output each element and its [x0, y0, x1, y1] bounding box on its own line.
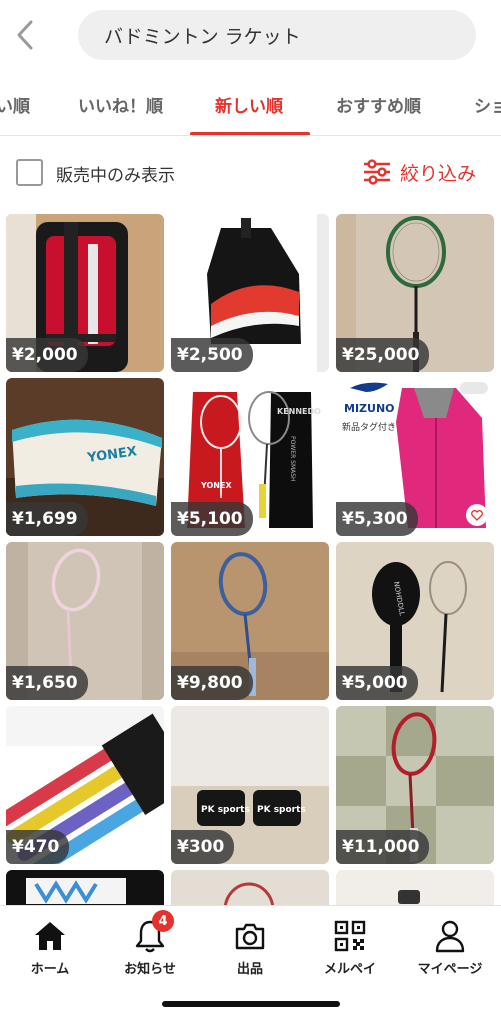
price-tag: ¥470 [6, 830, 70, 864]
nav-sell-label: 出品 [236, 962, 263, 977]
price-tag: ¥25,000 [336, 338, 430, 372]
product-tile[interactable]: YONEX ¥1,699 [6, 378, 164, 536]
product-tile[interactable]: ¥25,000 [336, 214, 494, 372]
nav-merpay[interactable]: メルペイ [300, 916, 400, 980]
filter-bar: 販売中のみ表示 絞り込み [0, 137, 501, 207]
nav-notifications-label: お知らせ [124, 962, 176, 977]
product-tile[interactable]: ¥11,000 [336, 706, 494, 864]
chevron-left-icon [17, 20, 33, 50]
refine-label: 絞り込み [400, 162, 477, 185]
price-tag: ¥1,699 [6, 502, 88, 536]
nav-sell[interactable]: 出品 [200, 916, 300, 980]
bell-icon-wrap: 4 [130, 910, 174, 956]
price-tag: ¥2,500 [171, 338, 253, 372]
refine-button[interactable]: 絞り込み [362, 155, 476, 189]
product-tile[interactable] [6, 870, 164, 905]
nav-merpay-label: メルペイ [323, 962, 376, 977]
tab-sort-recommended[interactable]: おすすめ順 [336, 92, 421, 117]
home-indicator [162, 1001, 340, 1007]
person-icon-wrap [430, 916, 470, 956]
product-tile[interactable]: YONEX KENNEDO POWER SMASH ¥5,100 [171, 378, 329, 536]
home-icon [35, 922, 65, 950]
brand-print: YONEX [200, 481, 232, 490]
brand-print: PK sports [257, 805, 306, 815]
heart-icon [471, 509, 483, 521]
camera-icon-wrap [230, 916, 270, 956]
product-image [6, 870, 164, 905]
nav-mypage-label: マイページ [417, 962, 483, 977]
product-grid: ¥2,000 ¥2,500 ¥25,000 YONEX ¥1,699 YONEX… [0, 207, 501, 905]
product-tile[interactable]: ¥9,800 [171, 542, 329, 700]
on-sale-only-label[interactable]: 販売中のみ表示 [56, 161, 175, 186]
nav-home[interactable]: ホーム [0, 916, 100, 980]
brand-print: KENNEDO [277, 407, 321, 416]
sliders-icon [364, 159, 390, 185]
tab-sort-newest[interactable]: 新しい順 [215, 92, 283, 117]
price-tag: ¥2,000 [6, 338, 88, 372]
product-tile[interactable]: ¥2,500 [171, 214, 329, 372]
qr-code-icon [334, 920, 366, 952]
price-tag: ¥9,800 [171, 666, 253, 700]
product-tile[interactable]: ¥1,650 [6, 542, 164, 700]
nav-notifications[interactable]: 4 お知らせ [100, 910, 200, 980]
person-icon [435, 920, 465, 953]
product-image [171, 870, 329, 905]
sort-tabs: い順 いいね！順 新しい順 おすすめ順 ショ [0, 70, 501, 136]
search-query: バドミントン ラケット [104, 25, 301, 48]
product-tile[interactable] [171, 870, 329, 905]
notification-count-badge: 4 [152, 910, 174, 932]
brand-print: MIZUNO [344, 402, 395, 415]
home-icon-wrap [30, 916, 70, 956]
camera-icon [235, 923, 265, 950]
price-tag: ¥5,100 [171, 502, 253, 536]
price-tag: ¥5,300 [336, 502, 418, 536]
active-tab-indicator [190, 132, 310, 135]
product-tile[interactable] [336, 870, 494, 905]
product-tile[interactable]: NOHDDLL ¥5,000 [336, 542, 494, 700]
tab-sort-likes[interactable]: いいね！順 [78, 92, 163, 117]
header: バドミントン ラケット [0, 0, 501, 70]
tab-sort-more[interactable]: ショ [474, 92, 501, 117]
nav-home-label: ホーム [30, 962, 70, 977]
product-tile[interactable]: PK sports PK sports ¥300 [171, 706, 329, 864]
price-tag: ¥5,000 [336, 666, 418, 700]
brand-print: POWER SMASH [289, 436, 296, 482]
price-tag: ¥11,000 [336, 830, 430, 864]
price-tag: ¥1,650 [6, 666, 88, 700]
brand-print: 新品タグ付き [342, 421, 396, 433]
nav-mypage[interactable]: マイページ [400, 916, 500, 980]
product-image [336, 870, 494, 905]
qr-code-icon-wrap [330, 916, 370, 956]
product-tile[interactable]: ¥2,000 [6, 214, 164, 372]
on-sale-only-checkbox[interactable] [16, 159, 43, 186]
search-input[interactable]: バドミントン ラケット [78, 10, 476, 60]
like-badge [466, 504, 488, 526]
product-tile[interactable]: ¥470 [6, 706, 164, 864]
product-tile[interactable]: MIZUNO 新品タグ付き ¥5,300 [336, 378, 494, 536]
back-button[interactable] [10, 18, 40, 52]
brand-print: PK sports [201, 805, 250, 815]
price-tag: ¥300 [171, 830, 235, 864]
tab-sort-cheap[interactable]: い順 [0, 92, 30, 117]
